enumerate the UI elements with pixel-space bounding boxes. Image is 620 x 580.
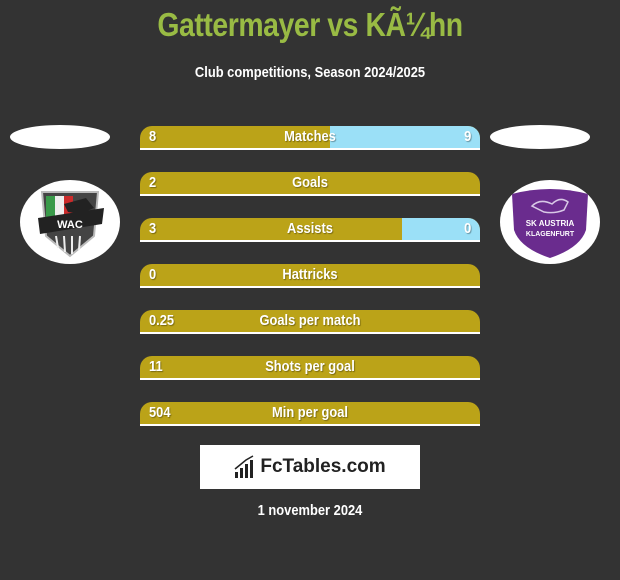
bar-chart-icon [234, 455, 254, 478]
stat-label: Min per goal [272, 404, 348, 421]
left-value: 11 [149, 358, 163, 375]
stat-label: Goals per match [259, 312, 361, 329]
page-title: Gattermayer vs KÃ¼hn [157, 6, 463, 43]
right-player-oval [490, 125, 590, 149]
brand-name: FcTables.com [260, 456, 386, 477]
stat-row-goals: 2 Goals [140, 172, 480, 196]
stat-row-goals-per-match: 0.25 Goals per match [140, 310, 480, 334]
left-value: 0 [149, 266, 157, 283]
page-subtitle: Club competitions, Season 2024/2025 [194, 64, 426, 81]
stat-label: Shots per goal [265, 358, 355, 375]
left-team-logo[interactable]: WAC [20, 180, 120, 264]
wac-crest-icon: WAC [38, 191, 104, 258]
stat-label: Matches [284, 128, 336, 145]
austria-klagenfurt-crest-icon: SK AUSTRIA KLAGENFURT [512, 189, 588, 258]
stat-label: Hattricks [282, 266, 338, 283]
stat-row-assists: 3 Assists 0 [140, 218, 480, 242]
svg-text:SK AUSTRIA: SK AUSTRIA [526, 219, 575, 228]
right-value: 0 [463, 220, 471, 237]
stat-label: Goals [292, 174, 328, 191]
left-value: 8 [149, 128, 157, 145]
stat-row-min-per-goal: 504 Min per goal [140, 402, 480, 426]
svg-text:KLAGENFURT: KLAGENFURT [526, 231, 575, 238]
left-value: 3 [149, 220, 157, 237]
right-team-logo[interactable]: SK AUSTRIA KLAGENFURT [500, 180, 600, 264]
svg-text:WAC: WAC [57, 219, 83, 231]
left-player-oval [10, 125, 110, 149]
stat-row-matches: 8 Matches 9 [140, 126, 480, 150]
left-value: 2 [149, 174, 157, 191]
stat-row-shots-per-goal: 11 Shots per goal [140, 356, 480, 380]
footer-date: 1 november 2024 [257, 502, 363, 519]
right-value: 9 [463, 128, 471, 145]
stat-label: Assists [287, 220, 333, 237]
stat-row-hattricks: 0 Hattricks [140, 264, 480, 288]
fctables-brand[interactable]: FcTables.com [200, 445, 420, 489]
